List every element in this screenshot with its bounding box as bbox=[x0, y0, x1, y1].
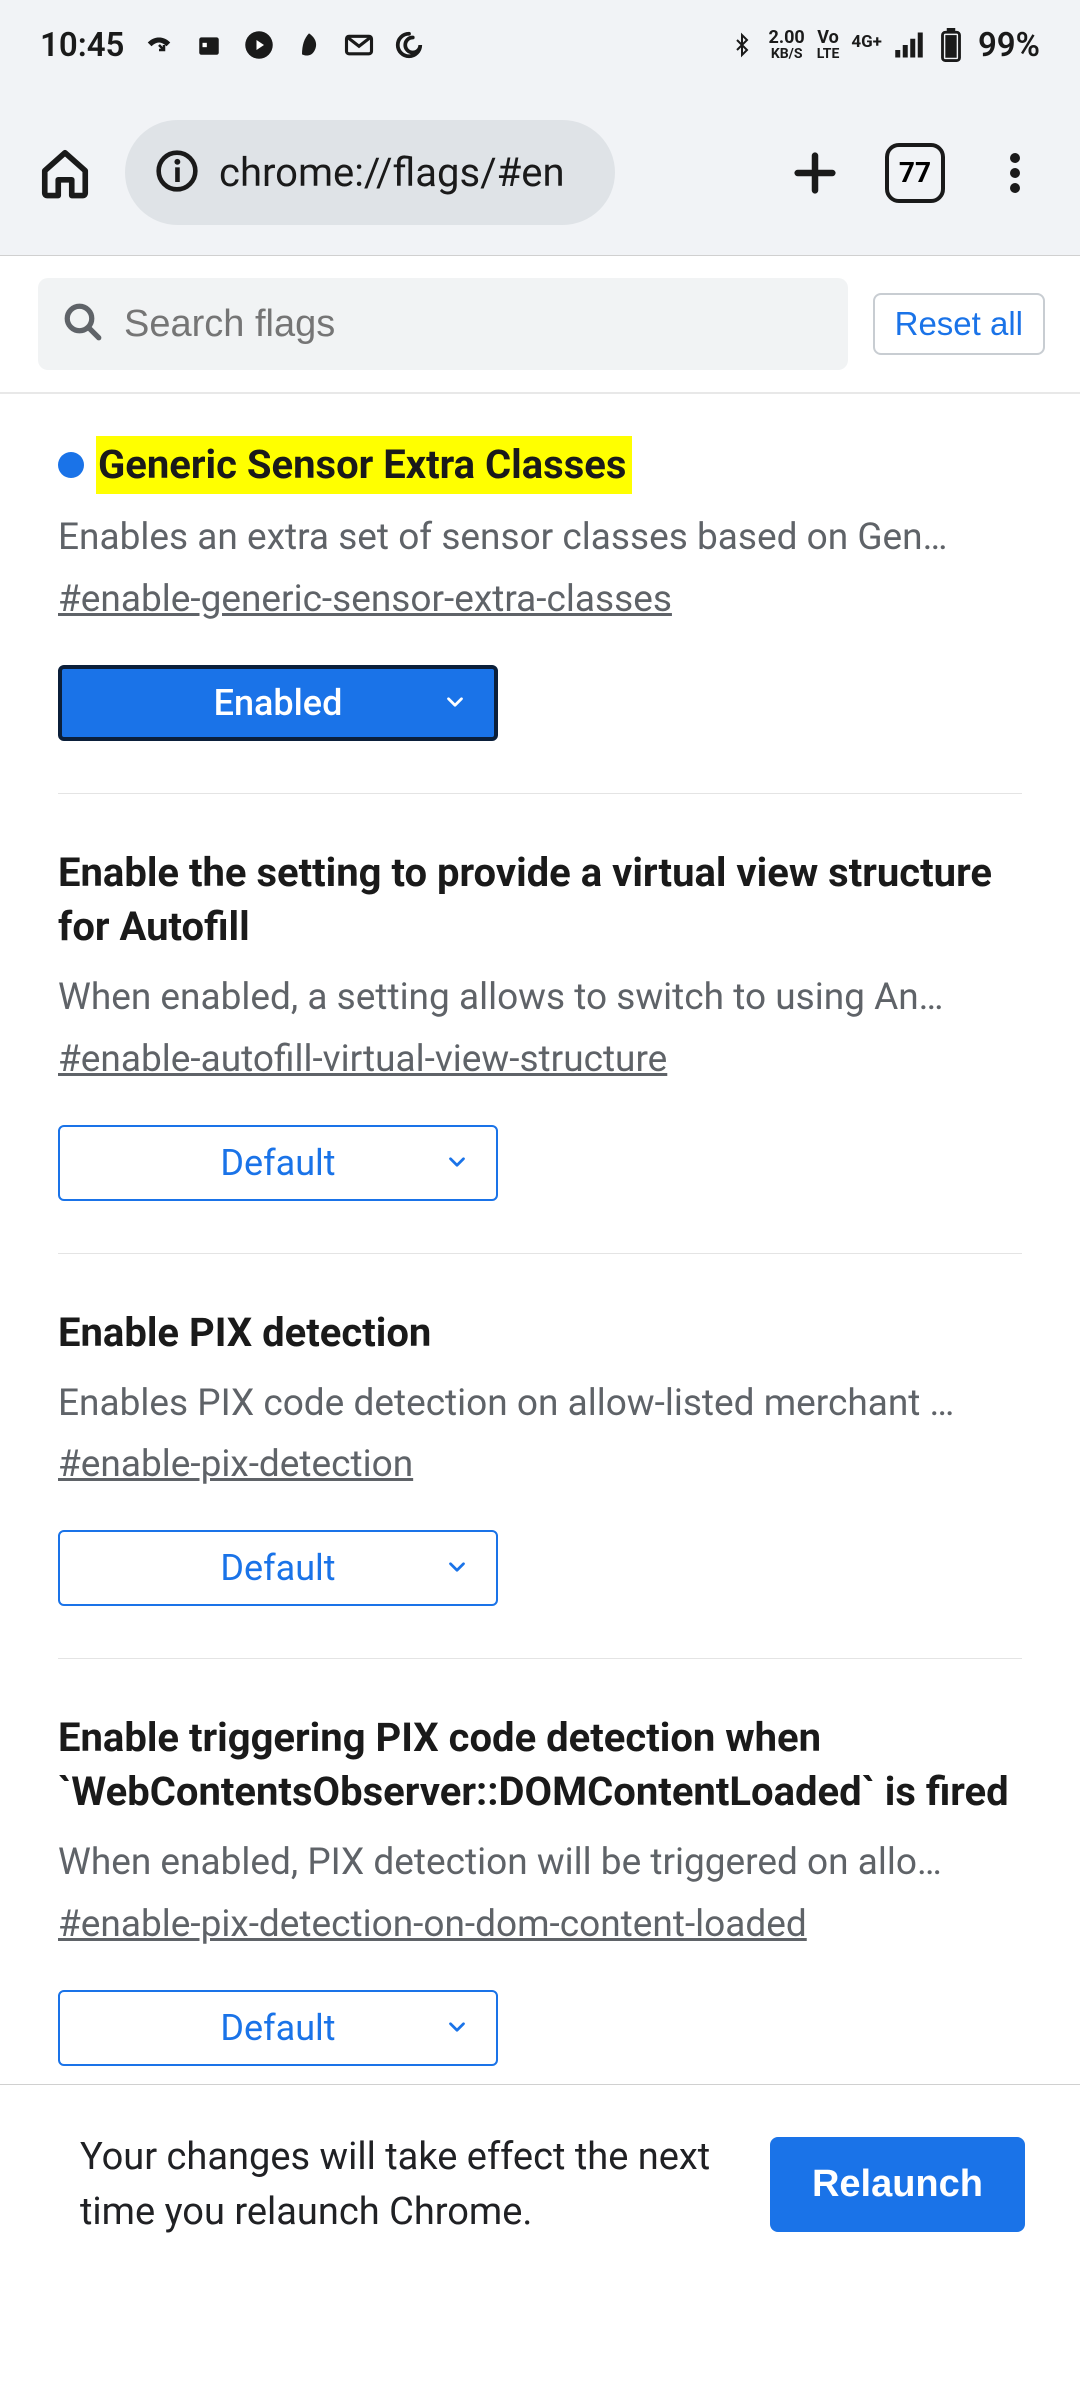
flag-anchor-link[interactable]: #enable-generic-sensor-extra-classes bbox=[58, 578, 672, 621]
bluetooth-icon bbox=[727, 30, 757, 60]
flag-title: Enable triggering PIX code detection whe… bbox=[58, 1711, 1022, 1819]
flag-value-select[interactable]: Enabled bbox=[58, 665, 498, 741]
flag-title-row: Enable the setting to provide a virtual … bbox=[58, 846, 1022, 954]
flag-description: When enabled, a setting allows to switch… bbox=[58, 972, 1022, 1024]
chevron-down-icon bbox=[444, 1142, 470, 1184]
search-row: Reset all bbox=[0, 256, 1080, 394]
chevron-down-icon bbox=[444, 1547, 470, 1589]
flag-description: Enables PIX code detection on allow-list… bbox=[58, 1378, 1022, 1430]
site-info-icon[interactable] bbox=[155, 149, 199, 197]
overflow-menu-button[interactable] bbox=[975, 133, 1055, 213]
browser-toolbar: chrome://flags/#en 77 bbox=[0, 90, 1080, 255]
flag-anchor-link[interactable]: #enable-pix-detection-on-dom-content-loa… bbox=[58, 1903, 807, 1946]
flag-title: Enable the setting to provide a virtual … bbox=[58, 846, 1022, 954]
flag-value-select[interactable]: Default bbox=[58, 1990, 498, 2066]
tab-count: 77 bbox=[899, 156, 931, 189]
volte-indicator: Vo LTE bbox=[817, 29, 840, 61]
flag-description: When enabled, PIX detection will be trig… bbox=[58, 1837, 1022, 1889]
battery-percent: 99% bbox=[978, 26, 1040, 65]
flag-item: Enable PIX detection Enables PIX code det… bbox=[58, 1254, 1022, 1660]
swirl-icon bbox=[394, 30, 424, 60]
flag-item: Enable the setting to provide a virtual … bbox=[58, 794, 1022, 1254]
flag-title-row: Generic Sensor Extra Classes bbox=[58, 436, 1022, 494]
calendar-icon bbox=[194, 30, 224, 60]
flag-value-select[interactable]: Default bbox=[58, 1125, 498, 1201]
relaunch-button[interactable]: Relaunch bbox=[770, 2137, 1025, 2232]
relaunch-bar: Your changes will take effect the next t… bbox=[0, 2084, 1080, 2400]
flag-value-label: Default bbox=[220, 1142, 335, 1184]
flag-title: Enable PIX detection bbox=[58, 1306, 431, 1360]
tab-switcher-button[interactable]: 77 bbox=[875, 133, 955, 213]
url-text: chrome://flags/#en bbox=[219, 149, 565, 196]
modified-dot-icon bbox=[58, 452, 84, 478]
search-box[interactable] bbox=[38, 278, 848, 370]
chevron-down-icon bbox=[442, 682, 468, 724]
search-input[interactable] bbox=[124, 303, 824, 346]
flag-value-label: Default bbox=[220, 1547, 335, 1589]
flag-title: Generic Sensor Extra Classes bbox=[96, 436, 632, 494]
flag-title-row: Enable PIX detection bbox=[58, 1306, 1022, 1360]
flag-anchor-link[interactable]: #enable-pix-detection bbox=[58, 1443, 413, 1486]
flag-value-label: Enabled bbox=[214, 682, 343, 724]
flag-description: Enables an extra set of sensor classes b… bbox=[58, 512, 1022, 564]
battery-icon bbox=[936, 30, 966, 60]
status-right: 2.00 KB/S Vo LTE 4G+ 99% bbox=[727, 26, 1040, 65]
signal-icon bbox=[894, 30, 924, 60]
leaf-icon bbox=[294, 30, 324, 60]
missed-call-icon bbox=[144, 30, 174, 60]
flag-item: Generic Sensor Extra Classes Enables an e… bbox=[58, 394, 1022, 794]
gmail-icon bbox=[344, 30, 374, 60]
flag-item: Enable triggering PIX code detection whe… bbox=[58, 1659, 1022, 2119]
address-bar[interactable]: chrome://flags/#en bbox=[125, 120, 615, 225]
flags-list: Generic Sensor Extra Classes Enables an e… bbox=[0, 394, 1080, 2119]
net-gen: 4G+ bbox=[851, 32, 882, 52]
status-bar: 10:45 2.00 KB/S Vo LTE 4G+ bbox=[0, 0, 1080, 90]
reset-all-button[interactable]: Reset all bbox=[873, 293, 1045, 355]
play-circle-icon bbox=[244, 30, 274, 60]
flag-title-row: Enable triggering PIX code detection whe… bbox=[58, 1711, 1022, 1819]
chevron-down-icon bbox=[444, 2007, 470, 2049]
status-left: 10:45 bbox=[40, 26, 424, 65]
flags-page: Reset all Generic Sensor Extra Classes En… bbox=[0, 255, 1080, 2119]
new-tab-button[interactable] bbox=[775, 133, 855, 213]
clock: 10:45 bbox=[40, 26, 124, 65]
data-speed: 2.00 KB/S bbox=[769, 29, 805, 61]
flag-anchor-link[interactable]: #enable-autofill-virtual-view-structure bbox=[58, 1038, 667, 1081]
flag-value-select[interactable]: Default bbox=[58, 1530, 498, 1606]
home-button[interactable] bbox=[25, 133, 105, 213]
flag-value-label: Default bbox=[220, 2007, 335, 2049]
relaunch-text: Your changes will take effect the next t… bbox=[80, 2130, 730, 2240]
search-icon bbox=[62, 301, 104, 347]
